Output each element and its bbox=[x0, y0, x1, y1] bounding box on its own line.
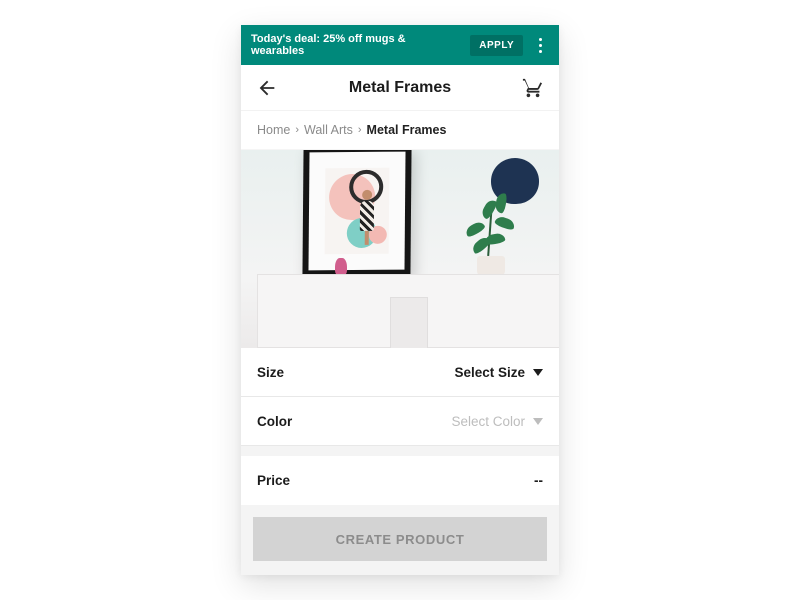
breadcrumb-current: Metal Frames bbox=[367, 123, 447, 137]
color-selector: Color Select Color bbox=[241, 397, 559, 446]
color-value: Select Color bbox=[451, 414, 525, 429]
product-config-screen: Today's deal: 25% off mugs & wearables A… bbox=[241, 25, 559, 575]
size-label: Size bbox=[257, 365, 284, 380]
product-options: Size Select Size Color Select Color Pric… bbox=[241, 348, 559, 505]
create-product-button[interactable]: CREATE PRODUCT bbox=[253, 517, 547, 561]
chevron-down-icon bbox=[533, 418, 543, 425]
breadcrumb: Home › Wall Arts › Metal Frames bbox=[241, 111, 559, 150]
price-value: -- bbox=[534, 473, 543, 488]
chevron-right-icon: › bbox=[295, 124, 299, 136]
breadcrumb-home[interactable]: Home bbox=[257, 123, 290, 137]
price-row: Price -- bbox=[241, 456, 559, 505]
top-bar: Metal Frames bbox=[241, 65, 559, 111]
chevron-right-icon: › bbox=[358, 124, 362, 136]
breadcrumb-wall-arts[interactable]: Wall Arts bbox=[304, 123, 353, 137]
back-icon[interactable] bbox=[255, 76, 279, 100]
more-menu-icon[interactable] bbox=[527, 32, 553, 58]
product-hero-image bbox=[241, 150, 559, 348]
price-label: Price bbox=[257, 473, 290, 488]
size-selector[interactable]: Size Select Size bbox=[241, 348, 559, 397]
page-title: Metal Frames bbox=[349, 79, 451, 97]
apply-promo-button[interactable]: APPLY bbox=[470, 35, 523, 56]
cart-icon[interactable] bbox=[521, 76, 545, 100]
color-label: Color bbox=[257, 414, 292, 429]
size-value: Select Size bbox=[454, 365, 525, 380]
divider bbox=[241, 446, 559, 456]
promo-banner: Today's deal: 25% off mugs & wearables A… bbox=[241, 25, 559, 65]
chevron-down-icon bbox=[533, 369, 543, 376]
promo-text: Today's deal: 25% off mugs & wearables bbox=[251, 33, 460, 57]
